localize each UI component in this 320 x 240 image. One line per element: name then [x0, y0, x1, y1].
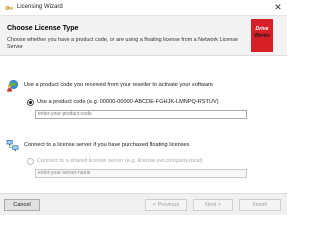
page-description: Choose whether you have a product code, …	[7, 37, 239, 50]
driveworks-logo: Drive Works	[251, 19, 273, 52]
wizard-footer: Cancel < Previous Next > Finish	[0, 193, 287, 215]
previous-button[interactable]: < Previous	[145, 199, 187, 211]
license-server-heading: Connect to a license server if you have …	[24, 142, 190, 148]
globe-person-icon	[7, 79, 19, 92]
logo-text-bottom: Works	[254, 33, 270, 39]
wizard-header: Choose License Type Choose whether you h…	[0, 16, 287, 56]
network-computers-icon	[6, 140, 19, 151]
product-code-radio[interactable]	[27, 99, 34, 106]
cancel-button[interactable]: Cancel	[4, 199, 40, 211]
license-server-radio-label[interactable]: Connect to a shared license server (e.g.…	[37, 158, 203, 164]
window-title: Licensing Wizard	[17, 4, 63, 10]
server-name-input[interactable]: enter-your-server-name	[35, 169, 247, 178]
next-button[interactable]: Next >	[193, 199, 233, 211]
product-code-input[interactable]: enter-your-product-code	[35, 110, 247, 119]
close-icon[interactable]: ✕	[272, 2, 284, 14]
product-code-heading: Use a product code you received from you…	[24, 82, 214, 88]
logo-text-top: Drive	[255, 26, 269, 32]
finish-button[interactable]: Finish	[239, 199, 281, 211]
page-title: Choose License Type	[7, 25, 79, 32]
title-bar: Licensing Wizard ✕	[0, 0, 287, 16]
product-code-radio-label[interactable]: Use a product code (e.g. 00000-00000-ABC…	[37, 99, 219, 105]
license-server-radio[interactable]	[27, 158, 34, 165]
key-icon	[5, 6, 13, 10]
